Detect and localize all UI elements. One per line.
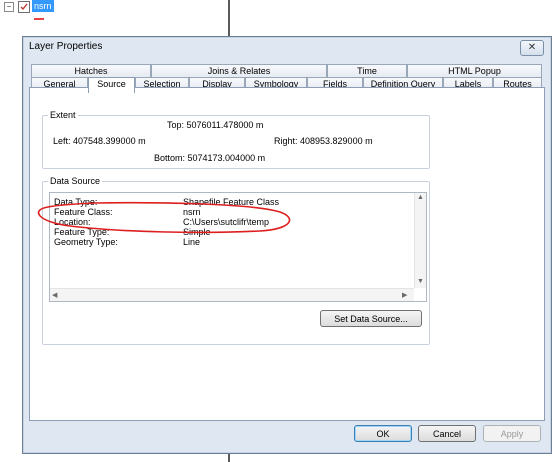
tab-source[interactable]: Source [88,77,135,93]
red-annotation-ellipse [37,201,291,234]
